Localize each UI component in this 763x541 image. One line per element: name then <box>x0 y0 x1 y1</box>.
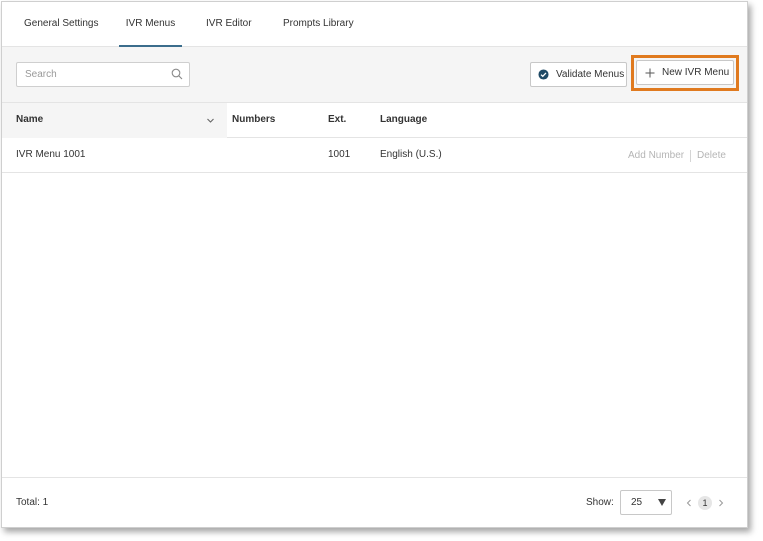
ivr-settings-window: General Settings IVR Menus IVR Editor Pr… <box>1 1 748 528</box>
column-header-language: Language <box>380 114 428 125</box>
search-input[interactable] <box>17 63 157 86</box>
table-footer: Total: 1 Show: 25 1 <box>2 477 747 527</box>
table-row[interactable]: IVR Menu 1001 1001 English (U.S.) Add Nu… <box>2 138 747 173</box>
plus-icon <box>645 68 655 77</box>
search-box <box>16 62 190 87</box>
caret-down-icon <box>658 499 666 506</box>
cell-ext: 1001 <box>328 149 351 160</box>
search-icon[interactable] <box>171 68 183 80</box>
chevron-left-icon[interactable] <box>684 497 694 509</box>
add-number-link[interactable]: Add Number <box>628 138 684 173</box>
total-count: Total: 1 <box>16 497 49 508</box>
tab-general-settings[interactable]: General Settings <box>24 2 99 47</box>
page-size-select[interactable]: 25 <box>620 490 672 515</box>
column-header-name[interactable]: Name <box>16 103 43 138</box>
tab-ivr-editor[interactable]: IVR Editor <box>206 2 252 47</box>
chevron-right-icon[interactable] <box>716 497 726 509</box>
action-divider <box>690 150 691 162</box>
new-ivr-menu-button[interactable]: New IVR Menu <box>636 60 734 85</box>
validate-menus-button[interactable]: Validate Menus <box>530 62 627 87</box>
toolbar: Validate Menus New IVR Menu <box>2 47 747 103</box>
cell-language: English (U.S.) <box>380 149 442 160</box>
show-label: Show: <box>586 497 614 508</box>
tab-prompts-library[interactable]: Prompts Library <box>283 2 354 47</box>
new-ivr-menu-label: New IVR Menu <box>662 67 730 78</box>
page-size-value: 25 <box>631 497 643 508</box>
page-number-current[interactable]: 1 <box>698 496 712 510</box>
tab-ivr-menus[interactable]: IVR Menus <box>119 2 182 47</box>
delete-link[interactable]: Delete <box>697 138 726 173</box>
validate-menus-label: Validate Menus <box>556 69 625 80</box>
column-header-ext: Ext. <box>328 114 347 125</box>
cell-name: IVR Menu 1001 <box>16 149 86 160</box>
column-header-numbers: Numbers <box>232 114 276 125</box>
chevron-down-icon[interactable] <box>206 116 215 125</box>
check-circle-icon <box>538 69 549 80</box>
tab-bar: General Settings IVR Menus IVR Editor Pr… <box>2 2 747 47</box>
table-header: Name Numbers Ext. Language <box>2 103 747 138</box>
